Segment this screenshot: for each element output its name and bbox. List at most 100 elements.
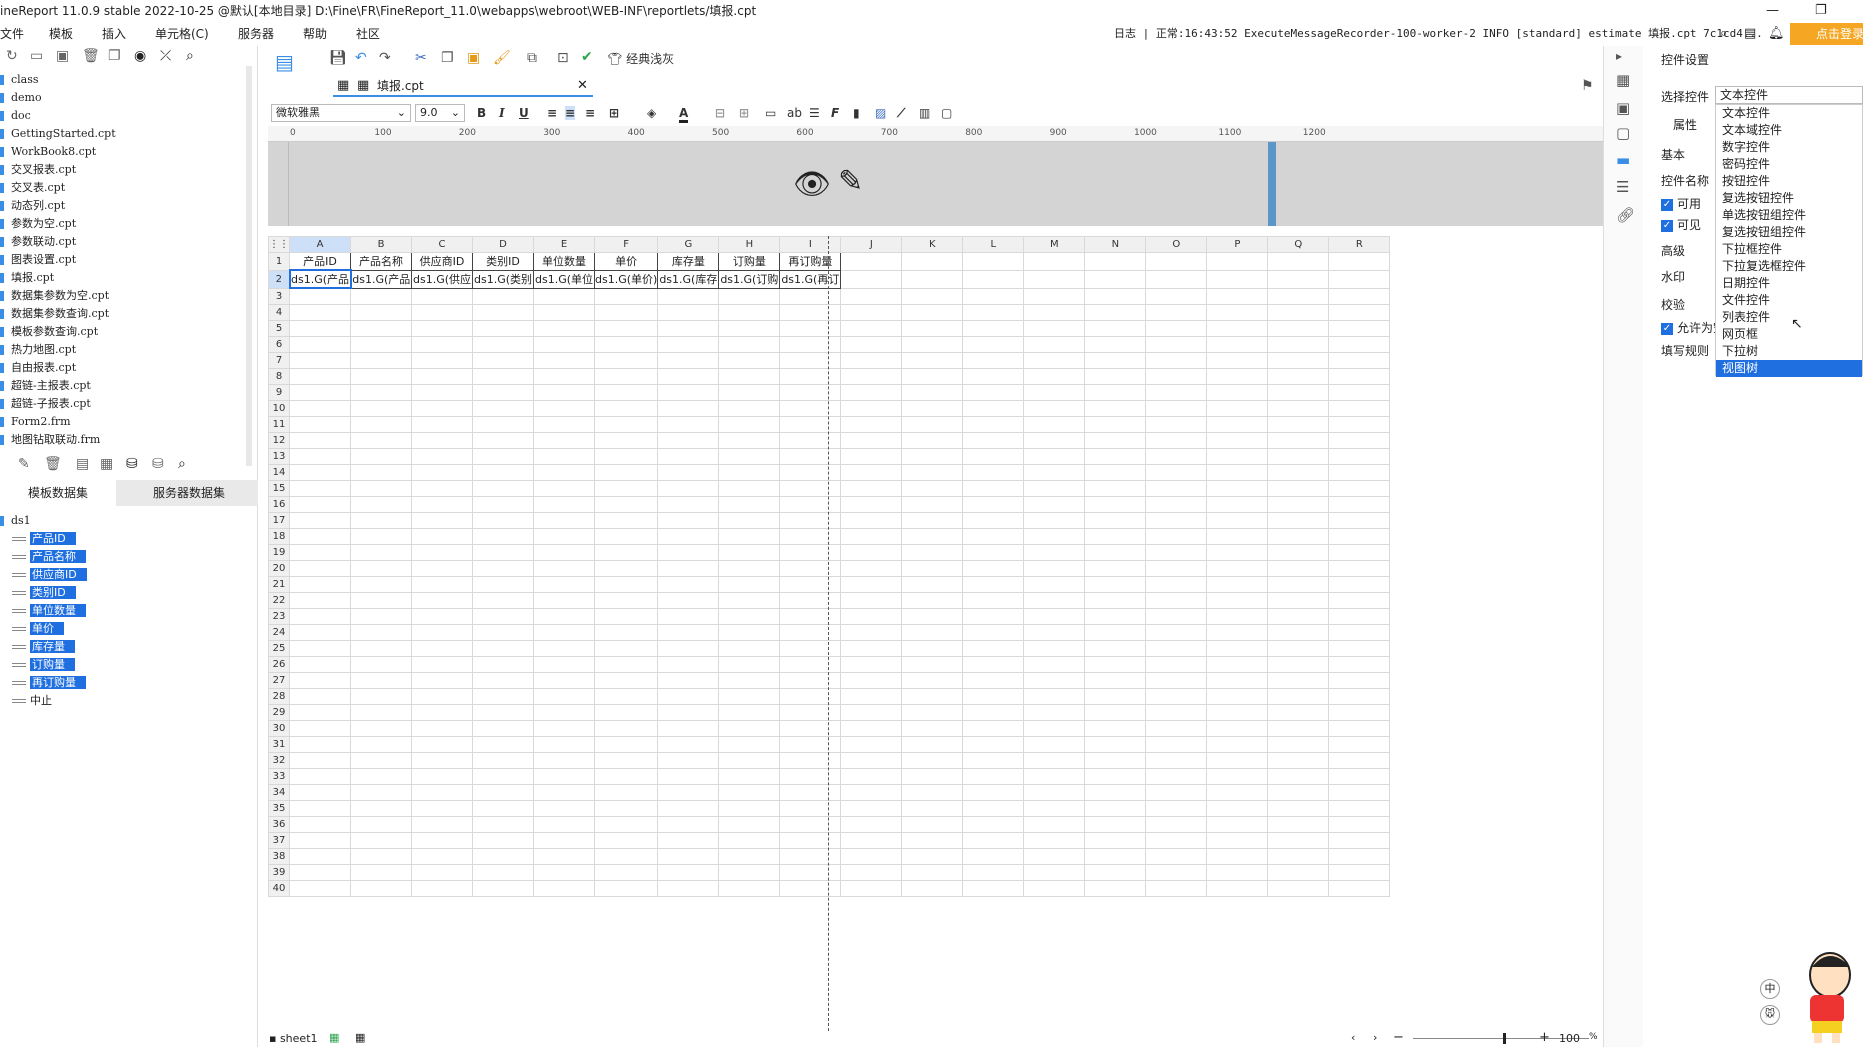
cell[interactable] [779,879,842,897]
cell[interactable] [350,383,412,401]
cell[interactable] [289,799,351,817]
cell[interactable] [962,767,1025,785]
cell[interactable] [901,431,964,449]
row-header[interactable]: 30 [268,719,290,737]
cell[interactable] [1267,269,1330,289]
data-cell[interactable]: ds1.G(单价) [593,269,659,289]
cell[interactable] [779,783,842,801]
cell[interactable] [1145,575,1208,593]
cell[interactable] [1328,527,1391,545]
cell[interactable] [657,303,720,321]
cell[interactable] [1084,751,1147,769]
document-icon[interactable]: ▤ [1744,22,1756,46]
cell[interactable] [350,847,412,865]
cell[interactable] [533,639,595,657]
cell[interactable] [533,847,595,865]
cell[interactable] [718,735,781,753]
cell[interactable] [962,607,1025,625]
cell[interactable] [1084,287,1147,305]
cell[interactable] [840,751,903,769]
row-header[interactable]: 17 [268,511,290,529]
cell[interactable] [657,527,720,545]
cell[interactable] [289,607,351,625]
cell[interactable] [1084,527,1147,545]
file-item[interactable]: 动态列.cpt [0,197,65,215]
cell[interactable] [657,719,720,737]
cell[interactable] [840,335,903,353]
cell[interactable] [840,687,903,705]
cell[interactable] [840,831,903,849]
cell[interactable] [1023,383,1086,401]
cell[interactable] [1145,351,1208,369]
cell[interactable] [901,367,964,385]
split-cells-icon[interactable]: ⊞ [739,106,749,120]
control-option[interactable]: 文件控件 [1716,292,1862,309]
file-item[interactable]: 交叉报表.cpt [0,161,76,179]
cell[interactable] [1145,783,1208,801]
cell[interactable] [1206,783,1269,801]
cell[interactable] [411,831,473,849]
allow-empty-checkbox[interactable]: ✓ 允许为空 [1661,319,1715,336]
cell[interactable] [411,303,473,321]
cell[interactable] [901,319,964,337]
cell[interactable] [1023,287,1086,305]
cell[interactable] [962,287,1025,305]
cell[interactable] [718,367,781,385]
cell[interactable] [533,783,595,801]
cell[interactable] [901,383,964,401]
cell[interactable] [593,751,659,769]
header-cell[interactable]: 订购量 [718,252,781,271]
control-option[interactable]: 列表控件 [1716,309,1862,326]
cell[interactable] [1084,719,1147,737]
copy-icon[interactable]: ❐ [108,48,121,64]
add-poly-sheet-icon[interactable]: ▦ [355,1031,365,1044]
cell[interactable] [289,847,351,865]
cell[interactable] [411,351,473,369]
cell[interactable] [472,751,534,769]
cell[interactable] [901,703,964,721]
cell[interactable] [962,575,1025,593]
cell[interactable] [1328,495,1391,513]
cell[interactable] [962,383,1025,401]
cell[interactable] [1023,879,1086,897]
restore-button[interactable]: ❐ [1815,0,1827,22]
search-icon[interactable]: ⌕ [178,456,186,472]
cell[interactable] [1328,383,1391,401]
cell[interactable] [593,671,659,689]
cell[interactable] [1206,431,1269,449]
cell[interactable] [1206,815,1269,833]
cell[interactable] [1023,783,1086,801]
cell[interactable] [1084,495,1147,513]
cell[interactable] [1206,495,1269,513]
cell[interactable] [1206,303,1269,321]
cell[interactable] [533,431,595,449]
cell[interactable] [840,703,903,721]
cell[interactable] [533,511,595,529]
cell[interactable] [779,575,842,593]
cell[interactable] [1328,367,1391,385]
cell[interactable] [657,463,720,481]
cell[interactable] [840,303,903,321]
cell[interactable] [289,399,351,417]
visible-checkbox[interactable]: ✓ 可见 [1661,216,1701,233]
cell[interactable] [1206,735,1269,753]
cell[interactable] [901,719,964,737]
cell[interactable] [411,335,473,353]
cell[interactable] [1206,671,1269,689]
cell[interactable] [350,463,412,481]
cell[interactable] [472,479,534,497]
cell[interactable] [533,495,595,513]
control-option[interactable]: 日期控件 [1716,275,1862,292]
cell[interactable] [962,671,1025,689]
cell[interactable] [657,415,720,433]
cell[interactable] [1328,671,1391,689]
cell[interactable] [1145,847,1208,865]
cell[interactable] [779,383,842,401]
column-header[interactable]: O [1145,236,1208,253]
cell[interactable] [593,799,659,817]
cell[interactable] [593,863,659,881]
cell[interactable] [472,671,534,689]
cell[interactable] [1084,319,1147,337]
cell[interactable] [1267,559,1330,577]
cell[interactable] [593,719,659,737]
